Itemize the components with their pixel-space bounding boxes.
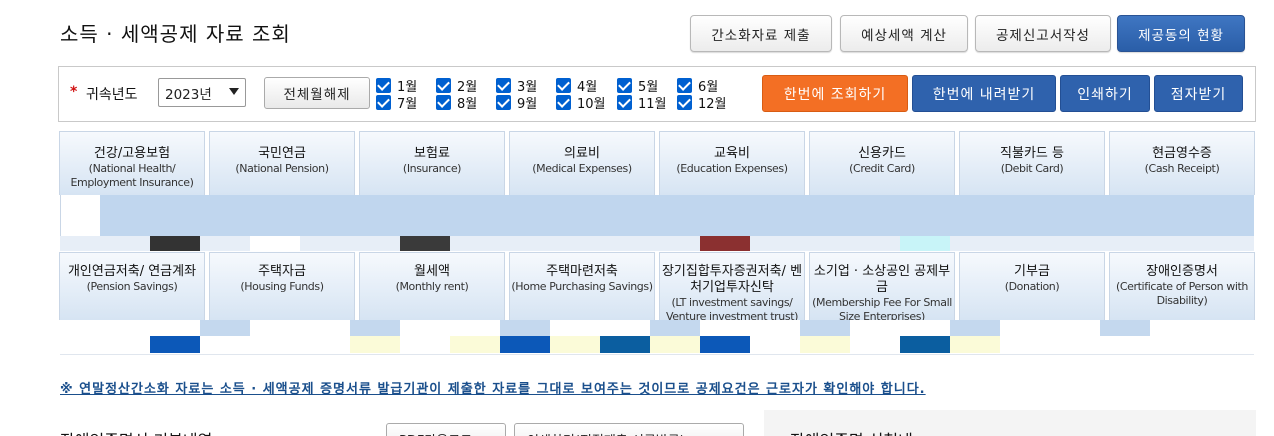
checkbox-checked-icon [436,95,451,110]
masked-block [800,320,850,336]
print-direct-submit-button[interactable]: 인쇄하기(직접제출 서류발급) [514,423,744,436]
masked-block [900,336,950,353]
chevron-down-icon [229,88,239,95]
month-checkbox-1[interactable]: 1월 [376,77,417,95]
checkbox-checked-icon [677,78,692,93]
card-national-pension[interactable]: 국민연금 (National Pension) [209,131,355,195]
masked-block [600,336,650,353]
masked-block [700,236,750,251]
masked-block [500,320,550,336]
month-checkbox-5[interactable]: 5월 [617,77,658,95]
deselect-all-months-button[interactable]: 전체월해제 [264,77,370,109]
month-checkbox-4[interactable]: 4월 [556,77,597,95]
card-credit-card[interactable]: 신용카드 (Credit Card) [809,131,955,195]
card-pension-savings[interactable]: 개인연금저축/ 연금계좌 (Pension Savings) [59,252,205,320]
masked-block [1100,320,1150,336]
checkbox-checked-icon [677,95,692,110]
masked-block [550,336,600,353]
checkbox-checked-icon [556,95,571,110]
masked-block [150,336,200,353]
checkbox-checked-icon [496,78,511,93]
masked-block [150,236,200,251]
masked-block [400,236,450,251]
card-donation[interactable]: 기부금 (Donation) [959,252,1105,320]
masked-area [60,195,100,237]
masked-block [650,336,700,353]
checkbox-checked-icon [556,78,571,93]
masked-strip [60,236,1254,251]
checkbox-checked-icon [376,78,391,93]
masked-block [450,336,500,353]
card-small-enterprise-membership[interactable]: 소기업 · 소상공인 공제부금 (Membership Fee For Small… [809,252,955,323]
masked-block [200,320,250,336]
deduction-form-button[interactable]: 공제신고서작성 [975,15,1111,52]
card-health-employment-insurance[interactable]: 건강/고용보험 (National Health/ Employment Insu… [59,131,205,195]
month-checkbox-9[interactable]: 9월 [496,94,537,112]
card-housing-funds[interactable]: 주택자금 (Housing Funds) [209,252,355,320]
month-checkbox-8[interactable]: 8월 [436,94,477,112]
checkbox-checked-icon [376,95,391,110]
page-title: 소득 · 세액공제 자료 조회 [60,22,291,46]
card-monthly-rent[interactable]: 월세액 (Monthly rent) [359,252,505,320]
year-label: 귀속년도 [86,87,138,103]
year-select[interactable]: 2023년 [158,78,246,107]
notice-text: ※ 연말정산간소화 자료는 소득 · 세액공제 증명서류 발급기관이 제출한 자… [60,382,926,397]
masked-block [350,336,400,353]
query-all-button[interactable]: 한번에 조회하기 [762,75,908,112]
month-checkbox-2[interactable]: 2월 [436,77,477,95]
month-checkbox-6[interactable]: 6월 [677,77,718,95]
card-education-expenses[interactable]: 교육비 (Education Expenses) [659,131,805,195]
card-debit-card[interactable]: 직불카드 등 (Debit Card) [959,131,1105,195]
section-title-disability: 장애인증명서 기본내역 [60,427,212,436]
consent-status-button[interactable]: 제공동의 현황 [1117,15,1245,52]
pdf-download-button[interactable]: PDF다운로드 [386,423,506,436]
side-panel-title: 장애인증명 신청내 [790,427,913,436]
checkbox-checked-icon [617,95,632,110]
masked-block [800,336,850,353]
masked-block [650,320,700,336]
masked-block [900,236,950,251]
checkbox-checked-icon [496,95,511,110]
month-checkbox-10[interactable]: 10월 [556,94,606,112]
masked-band [100,195,1254,237]
checkbox-checked-icon [436,78,451,93]
masked-block [700,336,750,353]
download-all-button[interactable]: 한번에 내려받기 [912,75,1056,112]
month-checkbox-3[interactable]: 3월 [496,77,537,95]
estimated-tax-button[interactable]: 예상세액 계산 [840,15,968,52]
masked-block [500,336,550,353]
masked-block [250,236,300,251]
card-cash-receipt[interactable]: 현금영수증 (Cash Receipt) [1109,131,1255,195]
print-button[interactable]: 인쇄하기 [1060,75,1150,112]
card-disability-certificate[interactable]: 장애인증명서 (Certificate of Person with Disabi… [1109,252,1255,320]
required-mark: * [70,84,78,100]
checkbox-checked-icon [617,78,632,93]
braille-button[interactable]: 점자받기 [1154,75,1243,112]
masked-block [350,320,400,336]
card-home-purchasing-savings[interactable]: 주택마련저축 (Home Purchasing Savings) [509,252,655,320]
submit-simplified-data-button[interactable]: 간소화자료 제출 [690,15,832,52]
card-lt-investment-savings[interactable]: 장기집합투자증권저축/ 벤처기업투자신탁 (LT investment savin… [659,252,805,323]
card-insurance[interactable]: 보험료 (Insurance) [359,131,505,195]
month-checkbox-7[interactable]: 7월 [376,94,417,112]
year-value: 2023년 [165,86,212,103]
masked-block [950,336,1000,353]
month-checkbox-12[interactable]: 12월 [677,94,727,112]
masked-block [950,320,1000,336]
month-checkbox-11[interactable]: 11월 [617,94,667,112]
card-medical-expenses[interactable]: 의료비 (Medical Expenses) [509,131,655,195]
